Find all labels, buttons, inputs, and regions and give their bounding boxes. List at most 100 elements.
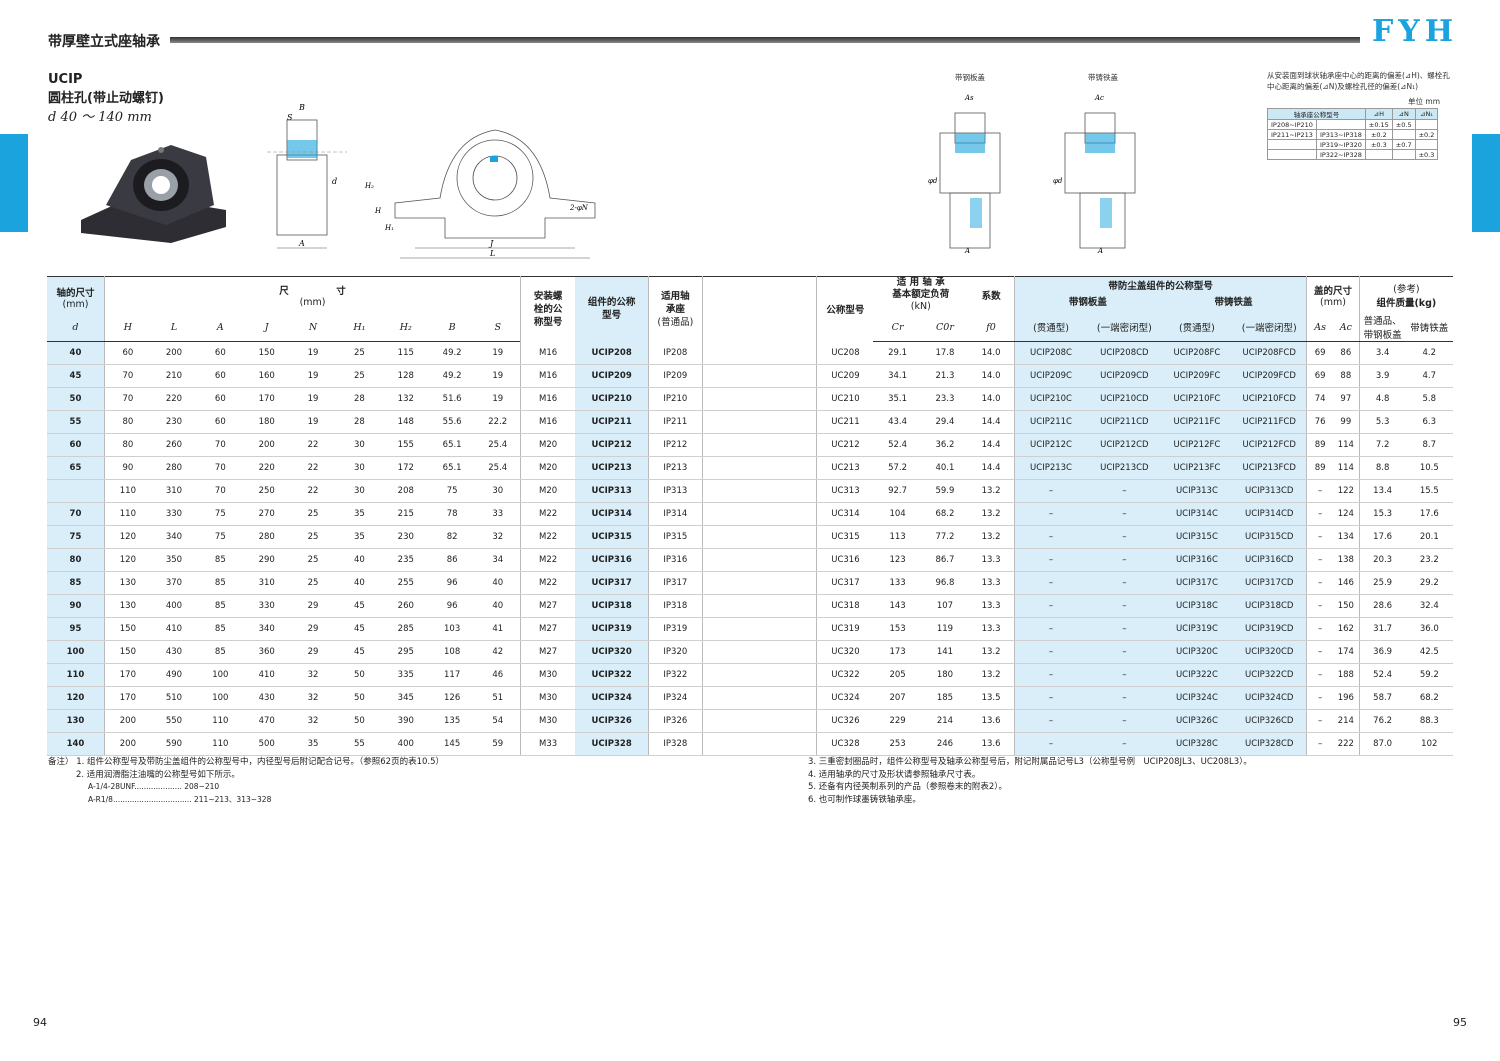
table-cell: 80 (103, 410, 151, 434)
tol-cell: ±0.15 (1364, 119, 1393, 130)
table-cell: UC210 (816, 387, 874, 411)
table-cell: 30 (336, 479, 383, 503)
table-cell: UCIP313 (575, 479, 649, 503)
table-cell: 70 (103, 364, 151, 388)
table-cell: – (1306, 709, 1333, 733)
table-cell: 132 (382, 387, 429, 411)
table-cell: 19 (289, 410, 337, 434)
table-cell: 45 (47, 364, 105, 388)
table-gap-cell (701, 456, 817, 480)
table-cell: UCIP317C (1161, 571, 1233, 595)
table-cell: UC319 (816, 617, 874, 641)
table-row: 110 310 70 250 22 30 208 75 30 M20 UCIP313 IP313 UC3… (47, 479, 1453, 503)
table-cell: UCIP316C (1161, 548, 1233, 572)
model-name: 圆柱孔(带止动螺钉) (48, 91, 164, 106)
table-cell: 134 (1332, 525, 1360, 549)
table-cell: – (1306, 617, 1333, 641)
table-row: 95 150 410 85 340 29 45 285 103 41 M27 UCIP319 IP319… (47, 617, 1453, 641)
table-cell: M22 (520, 571, 576, 595)
table-cell: 69 (1306, 341, 1333, 365)
table-cell: UCIP315C (1161, 525, 1233, 549)
table-cell: UCIP318 (575, 594, 649, 618)
table-cell: M20 (520, 456, 576, 480)
svg-text:Ac: Ac (1094, 94, 1104, 102)
table-cell: 40.1 (921, 456, 969, 480)
table-cell: – (1306, 548, 1333, 572)
table-cell: IP319 (648, 617, 703, 641)
table-cell: IP315 (648, 525, 703, 549)
head-symbol: A (197, 313, 244, 342)
table-cell: 29.2 (1405, 571, 1453, 595)
table-cell: 8.8 (1358, 456, 1406, 480)
table-cell: 46 (475, 663, 521, 687)
table-row: 70 110 330 75 270 25 35 215 78 33 M22 UCIP314 IP314 U… (47, 502, 1453, 526)
table-cell: – (1014, 640, 1088, 664)
table-cell: 8.7 (1405, 433, 1453, 457)
table-cell: 17.8 (921, 341, 969, 365)
table-cell: 78 (428, 502, 476, 526)
table-cell: 150 (103, 617, 151, 641)
table-cell: 5.3 (1358, 410, 1406, 434)
tol-cell: IP313~IP318 (1315, 129, 1366, 140)
table-cell: – (1087, 525, 1162, 549)
table-cell: 19 (475, 341, 521, 365)
table-cell: 120 (103, 548, 151, 572)
table-cell: UCIP315CD (1232, 525, 1307, 549)
table-cell: 4.8 (1358, 387, 1406, 411)
table-gap-cell (701, 617, 817, 641)
table-cell: 330 (243, 594, 290, 618)
table-cell: 114 (1332, 433, 1360, 457)
table-row: 110 170 490 100 410 32 50 335 117 46 M30 UCIP322 IP3… (47, 663, 1453, 687)
table-cell: 14.4 (968, 433, 1015, 457)
side-view-drawing: A B S d (267, 103, 347, 249)
table-cell: 200 (150, 341, 198, 365)
table-cell: UCIP314C (1161, 502, 1233, 526)
table-cell: UCIP319 (575, 617, 649, 641)
table-cell: 75 (428, 479, 476, 503)
table-cell: IP317 (648, 571, 703, 595)
table-cell: UCIP322C (1161, 663, 1233, 687)
table-cell: 7.2 (1358, 433, 1406, 457)
head-mass: (参考) 组件质量(kg) (1358, 276, 1453, 313)
table-cell: 124 (1332, 502, 1360, 526)
table-cell: 74 (1306, 387, 1333, 411)
table-cell: M16 (520, 364, 576, 388)
table-cell: 13.6 (968, 732, 1015, 756)
table-cell: IP326 (648, 709, 703, 733)
table-gap-cell (701, 571, 817, 595)
table-cell: 128 (382, 364, 429, 388)
table-cell: 70 (197, 479, 244, 503)
table-cell: UCIP209C (1014, 364, 1088, 388)
head-bolt: 安装螺栓的公称型号 (520, 276, 576, 342)
model-block: UCIP 圆柱孔(带止动螺钉) d 40 ～ 140 mm (48, 70, 164, 127)
table-cell: 22 (289, 433, 337, 457)
table-cell: – (1306, 732, 1333, 756)
table-cell: UC313 (816, 479, 874, 503)
table-cell: M16 (520, 410, 576, 434)
table-cell: M27 (520, 594, 576, 618)
table-cell: 230 (150, 410, 198, 434)
table-cell: UCIP208CD (1087, 341, 1162, 365)
table-cell: 140 (47, 732, 105, 756)
head-symbol: 带铸铁盖 (1405, 313, 1453, 342)
tol-cell (1391, 149, 1416, 160)
table-cell: 14.0 (968, 387, 1015, 411)
side-label-right: UCIP (1478, 198, 1493, 233)
table-cell: 25 (289, 525, 337, 549)
table-cell: 148 (382, 410, 429, 434)
table-cell: 310 (243, 571, 290, 595)
table-cell: UC326 (816, 709, 874, 733)
table-row: 50 70 220 60 170 19 28 132 51.6 19 M16 UCIP210 IP210… (47, 387, 1453, 411)
head-symbol: H₂ (382, 313, 429, 342)
table-cell: 270 (243, 502, 290, 526)
table-cell: 550 (150, 709, 198, 733)
table-cell: IP212 (648, 433, 703, 457)
table-cell: 25 (289, 502, 337, 526)
table-cell: – (1306, 686, 1333, 710)
table-cell: 40 (47, 341, 105, 365)
table-cell: 35 (336, 502, 383, 526)
table-cell: 330 (150, 502, 198, 526)
note-line: A-R1/8................................. … (88, 794, 272, 804)
table-cell: 350 (150, 548, 198, 572)
table-row: 120 170 510 100 430 32 50 345 126 51 M30 UCIP324 IP3… (47, 686, 1453, 710)
